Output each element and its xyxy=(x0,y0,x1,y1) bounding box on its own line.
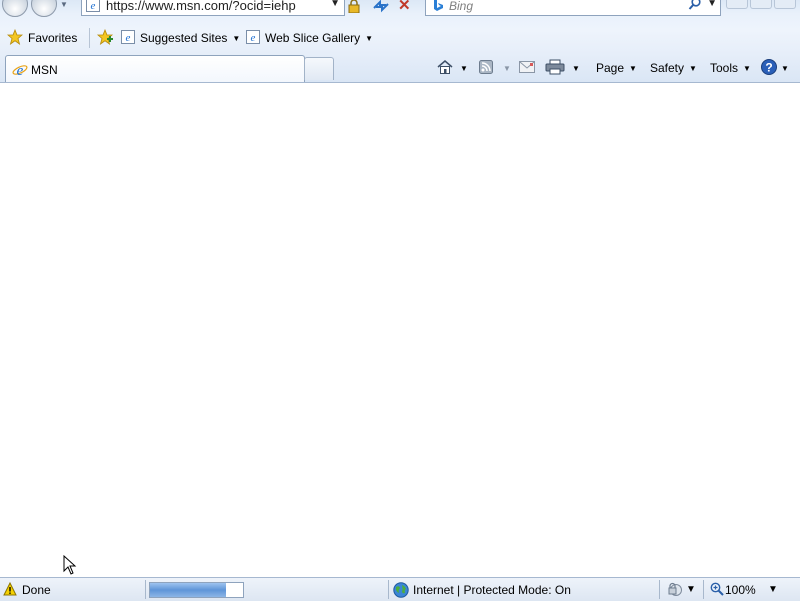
navigation-row: ▼ e https://www.msn.com/?ocid=iehp ▼ ✕ B… xyxy=(0,0,800,17)
search-placeholder[interactable]: Bing xyxy=(449,0,473,13)
page-menu[interactable]: Page ▼ xyxy=(596,58,637,78)
home-icon xyxy=(436,59,454,78)
chevron-down-icon: ▼ xyxy=(629,63,637,73)
status-text: Done xyxy=(22,583,51,597)
search-icon[interactable] xyxy=(688,0,702,14)
tab-row: e MSN ▼ ▼ ▼ Page ▼ Safety ▼ Tools ▼ ? ▼ xyxy=(0,54,800,82)
chevron-down-icon: ▼ xyxy=(365,33,374,43)
lock-icon[interactable] xyxy=(347,0,361,16)
tools-menu[interactable]: Tools ▼ xyxy=(710,58,751,78)
web-slice-gallery-label: Web Slice Gallery xyxy=(265,31,361,45)
svg-text:e: e xyxy=(251,32,256,44)
svg-text:e: e xyxy=(91,0,96,12)
stop-icon[interactable]: ✕ xyxy=(398,0,411,13)
svg-text:e: e xyxy=(17,63,24,78)
ie-icon: e xyxy=(121,29,135,47)
safety-menu-label: Safety xyxy=(650,61,685,75)
progress-fill xyxy=(150,583,227,597)
minimize-button[interactable] xyxy=(726,0,748,9)
tools-menu-label: Tools xyxy=(710,61,739,75)
chevron-down-icon[interactable]: ▼ xyxy=(503,64,511,73)
chevron-down-icon[interactable]: ▼ xyxy=(572,64,580,73)
status-bar: Done Internet | Protected Mode: On ▼ 100… xyxy=(0,577,800,601)
progress-bar xyxy=(149,582,244,598)
page-content-area[interactable] xyxy=(0,83,800,577)
svg-text:e: e xyxy=(126,32,131,44)
chevron-down-icon: ▼ xyxy=(232,33,241,43)
tab-msn[interactable]: e MSN xyxy=(5,55,305,82)
svg-text:?: ? xyxy=(765,60,772,74)
warning-icon[interactable] xyxy=(3,581,17,599)
chevron-down-icon[interactable]: ▼ xyxy=(768,584,778,595)
suggested-sites-link[interactable]: e Suggested Sites ▼ xyxy=(121,28,240,48)
chevron-down-icon: ▼ xyxy=(743,63,751,73)
home-button[interactable]: ▼ xyxy=(436,58,468,78)
chevron-down-icon[interactable]: ▼ xyxy=(686,584,696,595)
ie-page-icon: e xyxy=(86,0,100,15)
add-favorite-star-icon xyxy=(96,28,114,48)
chevron-down-icon: ▼ xyxy=(781,63,789,73)
help-button[interactable]: ? ▼ xyxy=(761,58,789,78)
print-button[interactable]: ▼ xyxy=(545,58,580,78)
search-box[interactable]: Bing ▼ xyxy=(425,0,721,16)
favorites-button[interactable]: Favorites xyxy=(6,28,78,48)
page-menu-label: Page xyxy=(596,61,625,75)
printer-icon xyxy=(545,59,565,78)
status-divider xyxy=(703,580,704,599)
mouse-cursor-icon xyxy=(63,554,77,578)
address-url-text[interactable]: https://www.msn.com/?ocid=iehp xyxy=(106,0,296,13)
ie-icon: e xyxy=(12,62,28,81)
browser-toolbar: ▼ e https://www.msn.com/?ocid=iehp ▼ ✕ B… xyxy=(0,0,800,83)
add-to-favorites-bar-button[interactable] xyxy=(96,28,114,48)
star-icon xyxy=(6,28,24,48)
search-options-dropdown-icon[interactable]: ▼ xyxy=(707,0,717,9)
back-button[interactable] xyxy=(2,0,28,17)
suggested-sites-label: Suggested Sites xyxy=(140,31,228,45)
mail-icon xyxy=(519,60,535,76)
recent-pages-dropdown-icon[interactable]: ▼ xyxy=(60,0,68,9)
zoom-icon[interactable] xyxy=(710,582,724,599)
compatibility-view-icon[interactable] xyxy=(372,0,390,16)
safety-menu[interactable]: Safety ▼ xyxy=(650,58,697,78)
favorites-label: Favorites xyxy=(28,31,78,45)
address-dropdown-icon[interactable]: ▼ xyxy=(330,0,340,9)
rss-feed-icon xyxy=(479,59,493,77)
forward-button[interactable] xyxy=(31,0,57,17)
ie-icon: e xyxy=(246,29,260,47)
status-divider xyxy=(145,580,146,599)
security-zone-text[interactable]: Internet | Protected Mode: On xyxy=(413,583,571,597)
web-slice-gallery-link[interactable]: e Web Slice Gallery ▼ xyxy=(246,28,373,48)
favorites-divider xyxy=(89,28,90,48)
zoom-level[interactable]: 100% xyxy=(725,583,756,597)
bing-icon xyxy=(432,0,444,15)
new-tab-button[interactable] xyxy=(304,57,334,80)
lock-globe-icon[interactable] xyxy=(667,581,683,600)
maximize-button[interactable] xyxy=(750,0,772,9)
status-divider xyxy=(659,580,660,599)
globe-icon[interactable] xyxy=(393,582,409,601)
status-divider xyxy=(388,580,389,599)
chevron-down-icon: ▼ xyxy=(689,63,697,73)
chevron-down-icon[interactable]: ▼ xyxy=(460,64,468,73)
read-mail-button[interactable] xyxy=(519,58,535,78)
help-icon: ? xyxy=(761,58,777,78)
close-window-button[interactable] xyxy=(774,0,796,9)
feeds-button[interactable]: ▼ xyxy=(479,58,511,78)
tab-title: MSN xyxy=(31,63,58,77)
favorites-bar: Favorites e Suggested Sites ▼ e Web Slic… xyxy=(0,25,800,51)
address-bar[interactable]: e https://www.msn.com/?ocid=iehp ▼ xyxy=(81,0,345,16)
